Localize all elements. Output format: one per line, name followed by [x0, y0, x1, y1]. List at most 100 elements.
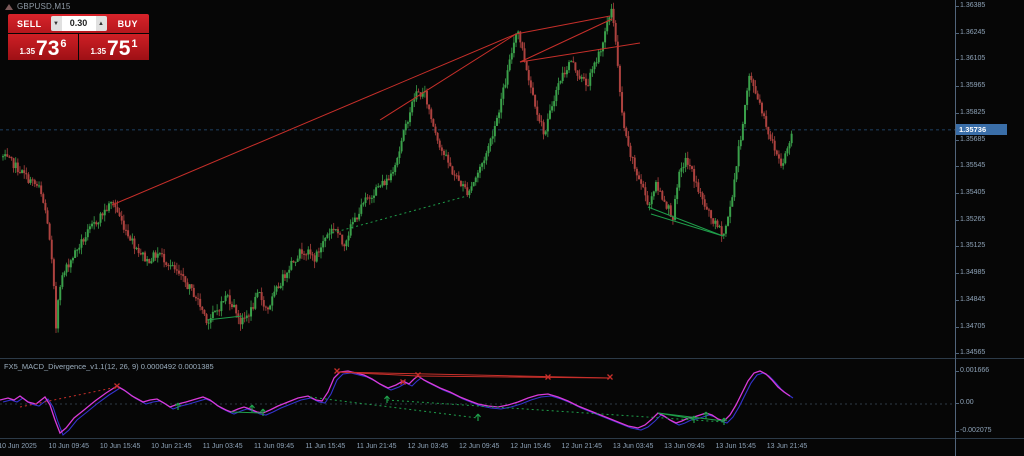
candle-body — [57, 300, 59, 328]
candle-body — [184, 276, 186, 282]
trade-panel-price-row: 1.35 73 6 1.35 75 1 — [8, 34, 149, 60]
candle-body — [265, 307, 267, 308]
candle-body — [509, 59, 511, 70]
symbol-timeframe-label: GBPUSD,M15 — [17, 2, 71, 11]
candle-body — [316, 251, 318, 261]
candle-body — [259, 292, 261, 293]
candle-body — [581, 77, 583, 79]
candle-body — [129, 236, 131, 240]
candle-body — [536, 107, 538, 115]
indicator-name-label: FX5_MACD_Divergence_v1.1(12, 26, 9) 0.00… — [4, 362, 214, 371]
candle-body — [133, 239, 135, 249]
candle-body — [572, 61, 574, 62]
candle-body — [324, 238, 326, 241]
buy-price-cell[interactable]: 1.35 75 1 — [79, 34, 149, 60]
candle-body — [191, 284, 193, 288]
candle-body — [27, 174, 29, 183]
sell-price-cell[interactable]: 1.35 73 6 — [8, 34, 78, 60]
candle-body — [210, 318, 212, 323]
time-axis-label: 11 Jun 15:45 — [305, 443, 345, 450]
volume-input[interactable]: 0.30 — [62, 16, 96, 31]
candle-body — [239, 318, 241, 325]
candle-body — [500, 99, 502, 113]
candle-body — [148, 259, 150, 263]
price-divergence-line — [516, 16, 610, 34]
price-divergence-line — [520, 43, 640, 62]
indicator-time-separator[interactable] — [0, 438, 1024, 439]
mt4-chart-window: GBPUSD,M15 SELL ▼ 0.30 ▲ BUY 1.35 73 6 1… — [0, 0, 1024, 456]
candle-body — [736, 166, 738, 179]
candle-body — [504, 85, 506, 88]
candle-body — [515, 34, 517, 43]
candle-body — [119, 212, 121, 216]
candle-body — [318, 251, 320, 252]
candle-body — [222, 301, 224, 302]
candle-body — [683, 167, 685, 168]
candle-body — [13, 158, 15, 168]
candle-body — [496, 118, 498, 126]
candle-body — [562, 73, 564, 81]
candle-body — [464, 184, 466, 187]
candle-body — [394, 165, 396, 172]
candle-body — [97, 223, 99, 225]
candle-body — [752, 80, 754, 86]
candle-body — [384, 181, 386, 185]
candle-body — [248, 316, 250, 317]
candle-body — [4, 154, 6, 156]
candle-body — [32, 179, 34, 180]
candle-body — [51, 240, 53, 260]
candle-body — [791, 134, 793, 143]
candle-body — [653, 191, 655, 196]
divergence-cross-icon — [608, 375, 613, 380]
indicator-axis-label: 0.00 — [960, 399, 974, 406]
candle-body — [651, 196, 653, 204]
candle-body — [309, 249, 311, 254]
candle-body — [627, 136, 629, 146]
candle-body — [507, 70, 509, 84]
candle-body — [716, 221, 718, 227]
candle-body — [545, 131, 547, 134]
buy-button[interactable]: BUY — [107, 19, 150, 29]
candle-body — [454, 174, 456, 175]
candle-body — [386, 179, 388, 185]
sell-button[interactable]: SELL — [8, 19, 51, 29]
candle-body — [235, 305, 237, 313]
candle-body — [593, 63, 595, 70]
candle-body — [47, 210, 49, 223]
candle-body — [110, 202, 112, 203]
volume-decrease-button[interactable]: ▼ — [51, 16, 62, 31]
volume-increase-button[interactable]: ▲ — [96, 16, 107, 31]
time-axis-label: 12 Jun 03:45 — [408, 443, 448, 450]
chart-indicator-separator[interactable] — [0, 358, 1024, 359]
candle-body — [714, 221, 716, 224]
candle-body — [477, 173, 479, 178]
candle-body — [125, 230, 127, 231]
candle-body — [462, 184, 464, 186]
divergence-cross-icon — [115, 384, 120, 389]
candle-body — [295, 262, 297, 263]
candle-body — [411, 102, 413, 113]
candle-body — [443, 151, 445, 155]
candle-body — [475, 178, 477, 182]
candle-body — [468, 191, 470, 195]
candle-body — [174, 265, 176, 269]
candle-body — [163, 254, 165, 262]
candle-body — [197, 298, 199, 299]
candle-body — [362, 203, 364, 205]
candle-body — [348, 236, 350, 241]
candle-body — [131, 239, 133, 241]
candle-body — [757, 94, 759, 100]
sell-price-main: 73 — [36, 40, 59, 58]
candle-body — [589, 73, 591, 86]
candle-body — [59, 287, 61, 300]
candle-body — [275, 287, 277, 292]
candle-body — [530, 80, 532, 87]
candle-body — [623, 113, 625, 128]
buy-price-pip: 1 — [131, 38, 137, 50]
candle-body — [401, 141, 403, 152]
price-axis-label: 1.36245 — [960, 29, 985, 36]
candle-body — [725, 226, 727, 234]
candle-body — [123, 221, 125, 230]
candle-body — [782, 163, 784, 166]
candle-body — [343, 244, 345, 246]
